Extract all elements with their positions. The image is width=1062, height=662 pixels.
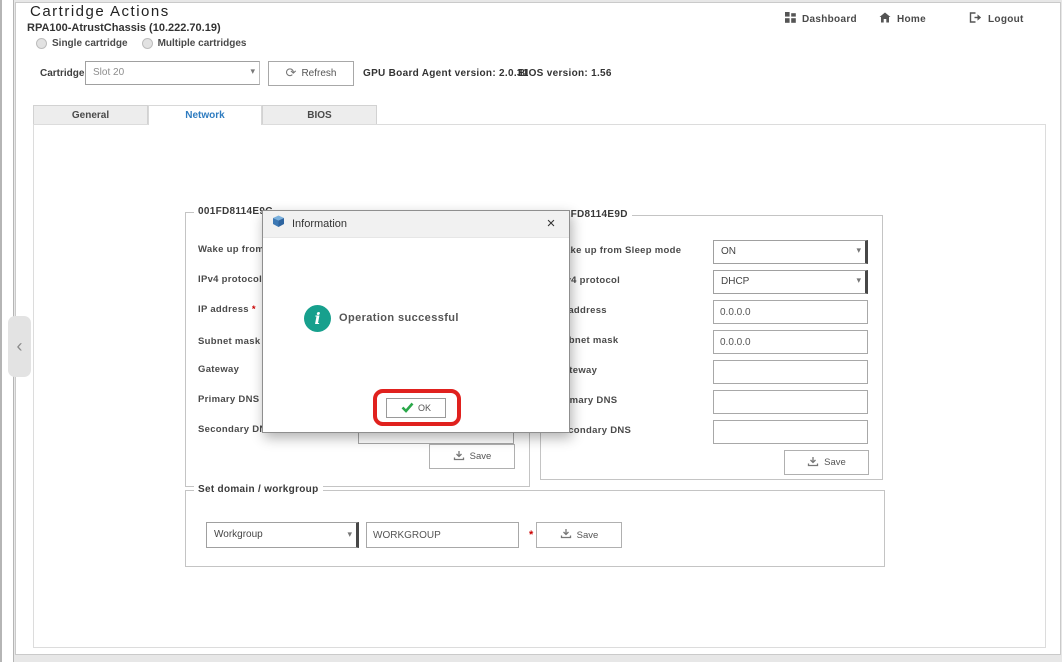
ip-address-input-e9d[interactable]: [713, 300, 868, 324]
app-cube-icon: [272, 215, 285, 233]
chassis-subtitle: RPA100-AtrustChassis (10.222.70.19): [27, 22, 221, 34]
cartridge-select-value: Slot 20: [93, 67, 124, 78]
save-label: Save: [824, 457, 846, 468]
domain-workgroup-panel: Set domain / workgroup Workgroup ▾ * Sav…: [185, 490, 885, 567]
check-icon: [401, 402, 414, 415]
chevron-down-icon: ▾: [856, 276, 861, 285]
gpu-agent-version: GPU Board Agent version: 2.0.31: [363, 68, 529, 79]
dialog-title: Information: [292, 218, 347, 230]
subnet-mask-input-e9d[interactable]: [713, 330, 868, 354]
chevron-down-icon: ▾: [856, 246, 861, 255]
close-icon[interactable]: ×: [542, 215, 560, 233]
nav-home[interactable]: Home: [879, 10, 926, 28]
radio-icon: [36, 38, 47, 49]
save-button-e9c[interactable]: Save: [429, 444, 515, 469]
chevron-left-icon: ‹: [17, 336, 23, 357]
radio-multiple-cartridges[interactable]: Multiple cartridges: [142, 38, 247, 49]
bios-version: BIOS version: 1.56: [518, 68, 612, 79]
ipv4-protocol-select-e9d[interactable]: DHCP ▾: [713, 270, 868, 294]
radio-multiple-label: Multiple cartridges: [158, 38, 247, 49]
cartridge-mode-radio-group: Single cartridge Multiple cartridges: [36, 38, 246, 49]
save-icon: [453, 450, 465, 464]
information-dialog: Information × i Operation successful OK: [262, 210, 570, 433]
save-label: Save: [470, 451, 492, 462]
refresh-label: Refresh: [301, 68, 336, 79]
save-icon: [560, 528, 572, 542]
refresh-icon: ⟳: [286, 67, 297, 80]
nav-dashboard-label: Dashboard: [802, 14, 857, 25]
select-value: DHCP: [721, 276, 749, 287]
home-icon: [879, 10, 891, 28]
save-icon: [807, 456, 819, 470]
required-asterisk: *: [252, 304, 256, 315]
page: ‹ Cartridge Actions RPA100-AtrustChassis…: [0, 0, 1062, 662]
field-label: IPv4 protocol: [198, 274, 265, 285]
radio-single-cartridge[interactable]: Single cartridge: [36, 38, 128, 49]
field-label: Primary DNS: [198, 394, 259, 405]
tab-network[interactable]: Network: [148, 105, 262, 125]
tab-general[interactable]: General: [33, 105, 148, 125]
nic-panel-e9d: 001FD8114E9D Wake up from Sleep mode ON …: [540, 215, 883, 480]
cartridge-select[interactable]: Slot 20 ▾: [85, 61, 260, 85]
select-value: Workgroup: [214, 529, 263, 540]
workgroup-name-input[interactable]: [366, 522, 519, 548]
dialog-title-bar: Information ×: [263, 211, 569, 238]
refresh-button[interactable]: ⟳ Refresh: [268, 61, 354, 86]
nav-logout-label: Logout: [988, 14, 1024, 25]
field-label: IP address*: [198, 304, 256, 315]
ok-label: OK: [418, 403, 431, 413]
dialog-message: Operation successful: [339, 312, 459, 324]
field-label: Subnet mask*: [198, 336, 267, 347]
nav-logout[interactable]: Logout: [969, 10, 1024, 28]
radio-icon: [142, 38, 153, 49]
select-value: ON: [721, 246, 736, 257]
nav-home-label: Home: [897, 14, 926, 25]
radio-single-label: Single cartridge: [52, 38, 128, 49]
save-button-domain[interactable]: Save: [536, 522, 622, 548]
cartridge-label: Cartridge: [40, 68, 84, 79]
domain-type-select[interactable]: Workgroup ▾: [206, 522, 359, 548]
save-label: Save: [577, 530, 599, 541]
chevron-down-icon: ▾: [250, 67, 255, 76]
domain-workgroup-legend: Set domain / workgroup: [194, 484, 323, 495]
dashboard-grid-icon: [785, 10, 796, 28]
field-label: Gateway: [198, 364, 239, 375]
field-label: Wake up from Sleep mode: [556, 245, 681, 256]
required-asterisk: *: [529, 529, 533, 541]
chevron-down-icon: ▾: [347, 530, 352, 539]
save-button-e9d[interactable]: Save: [784, 450, 869, 475]
tab-bios[interactable]: BIOS: [262, 105, 377, 125]
ok-button[interactable]: OK: [386, 398, 446, 418]
primary-dns-input-e9d[interactable]: [713, 390, 868, 414]
page-title: Cartridge Actions: [30, 3, 170, 20]
sidebar-collapse-handle[interactable]: ‹: [8, 316, 31, 377]
nav-dashboard[interactable]: Dashboard: [785, 10, 857, 28]
info-icon: i: [304, 305, 331, 332]
gateway-input-e9d[interactable]: [713, 360, 868, 384]
secondary-dns-input-e9d[interactable]: [713, 420, 868, 444]
wake-up-select-e9d[interactable]: ON ▾: [713, 240, 868, 264]
logout-icon: [969, 10, 982, 28]
